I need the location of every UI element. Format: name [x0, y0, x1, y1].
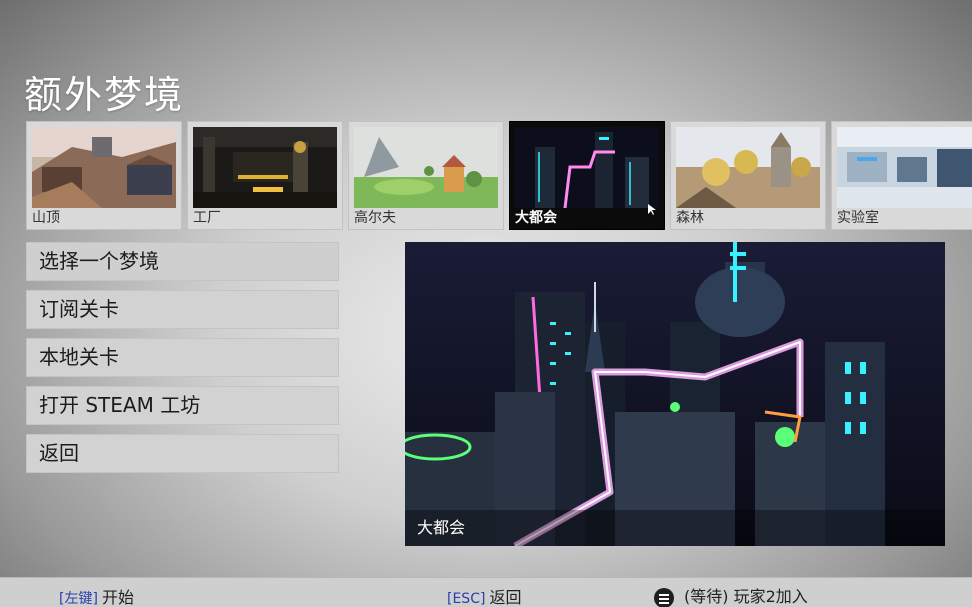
level-thumb-golf[interactable]: 高尔夫: [348, 121, 504, 230]
back-button[interactable]: 返回: [26, 434, 339, 473]
back-hint: [ESC] 返回: [447, 584, 521, 607]
level-label: 大都会: [515, 210, 557, 226]
start-label: 开始: [101, 588, 134, 607]
level-thumb-lab[interactable]: 实验室: [831, 121, 972, 230]
subscribed-levels-button[interactable]: 订阅关卡: [26, 290, 339, 329]
footer-bar: [左键] 开始 [ESC] 返回 (等待) 玩家2加入: [0, 577, 972, 607]
start-hint: [左键] 开始: [59, 584, 134, 607]
waiting-label: (等待) 玩家2加入: [684, 587, 808, 606]
open-steam-workshop-button[interactable]: 打开 STEAM 工坊: [26, 386, 339, 425]
level-strip: 山顶 工厂 高尔夫 大都会 森林 实验室: [26, 121, 972, 231]
city-preview-image: [405, 242, 945, 546]
choose-dream-button[interactable]: 选择一个梦境: [26, 242, 339, 281]
preview-caption: 大都会: [405, 510, 945, 546]
level-thumb-factory[interactable]: 工厂: [187, 121, 343, 230]
mountain-scene-image: [32, 127, 176, 208]
main-menu: 选择一个梦境 订阅关卡 本地关卡 打开 STEAM 工坊 返回: [26, 242, 339, 482]
level-preview: 大都会: [405, 242, 945, 546]
level-thumb-forest[interactable]: 森林: [670, 121, 826, 230]
menu-button-icon: [654, 587, 674, 607]
left-click-key-label: [左键]: [59, 591, 98, 607]
level-thumb-mountain[interactable]: 山顶: [26, 121, 182, 230]
level-label: 森林: [676, 210, 704, 226]
back-label: 返回: [489, 588, 522, 607]
esc-key-label: [ESC]: [447, 591, 486, 607]
page-title: 额外梦境: [24, 73, 185, 117]
factory-scene-image: [193, 127, 337, 208]
level-thumb-city[interactable]: 大都会: [509, 121, 665, 230]
level-label: 山顶: [32, 210, 60, 226]
level-label: 实验室: [837, 210, 879, 226]
golf-scene-image: [354, 127, 498, 208]
level-label: 高尔夫: [354, 210, 396, 226]
player2-waiting-hint: (等待) 玩家2加入: [654, 583, 808, 607]
level-label: 工厂: [193, 210, 221, 226]
forest-scene-image: [676, 127, 820, 208]
local-levels-button[interactable]: 本地关卡: [26, 338, 339, 377]
mouse-cursor-icon: [648, 200, 656, 219]
city-scene-image: [515, 127, 659, 208]
lab-scene-image: [837, 127, 972, 208]
